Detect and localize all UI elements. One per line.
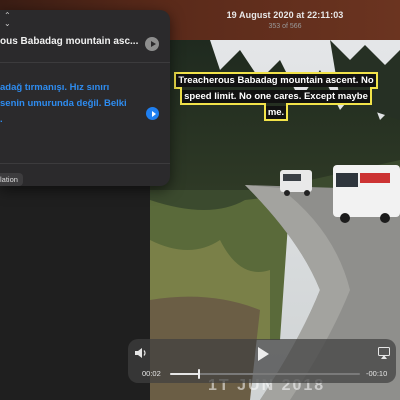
speaker-icon[interactable] xyxy=(134,347,148,359)
scrubber-track[interactable] xyxy=(170,369,360,379)
video-controls: 00:02 -00:10 xyxy=(128,339,396,383)
panel-divider xyxy=(0,62,170,63)
scrubber-progress xyxy=(170,373,199,375)
play-icon[interactable] xyxy=(256,346,270,362)
current-time: 00:02 xyxy=(142,369,161,378)
photo-caption: Treacherous Babadag mountain ascent. No … xyxy=(174,72,378,121)
photo-date: 19 August 2020 at 22:11:03 xyxy=(226,10,344,20)
viewer-header: 19 August 2020 at 22:11:03 353 of 566 xyxy=(170,0,400,40)
copy-translation-button[interactable]: lation xyxy=(0,173,23,186)
play-translation-icon[interactable] xyxy=(145,37,159,51)
photo-count: 353 of 566 xyxy=(268,23,302,30)
scrubber-playhead[interactable] xyxy=(197,369,200,379)
panel-divider xyxy=(0,163,170,164)
translation-panel: ⌃ ⌄ ous Babadag mountain asc... adağ tırm… xyxy=(0,10,170,186)
source-text: adağ tırmanışı. Hız sınırı senin umurund… xyxy=(0,82,127,125)
translated-title: ous Babadag mountain asc... xyxy=(0,36,139,47)
airplay-icon[interactable] xyxy=(378,347,390,359)
caption-text: Treacherous Babadag mountain ascent. No … xyxy=(174,72,378,121)
chevron-up-down-icon[interactable]: ⌃ ⌄ xyxy=(4,12,11,28)
remaining-time: -00:10 xyxy=(366,369,388,378)
play-source-icon[interactable] xyxy=(146,107,159,120)
